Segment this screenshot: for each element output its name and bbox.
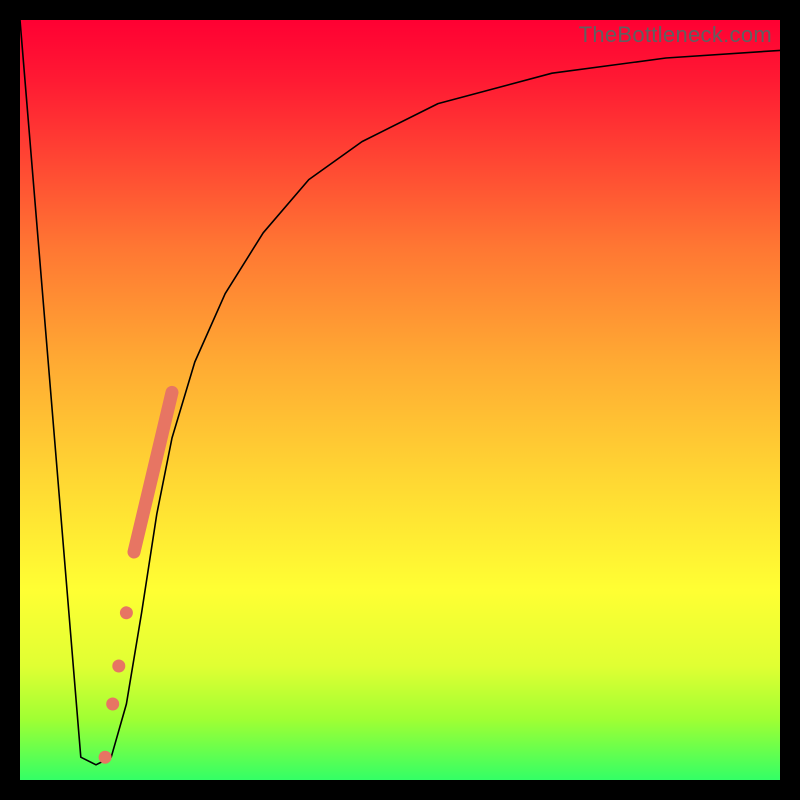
highlight-dot [120,606,133,619]
highlight-dot [99,751,112,764]
bottleneck-curve [20,20,780,765]
highlight-segment [134,392,172,552]
curve-svg [20,20,780,780]
highlight-dot [112,660,125,673]
plot-area: TheBottleneck.com [20,20,780,780]
highlight-dot [106,698,119,711]
chart-frame: TheBottleneck.com [0,0,800,800]
